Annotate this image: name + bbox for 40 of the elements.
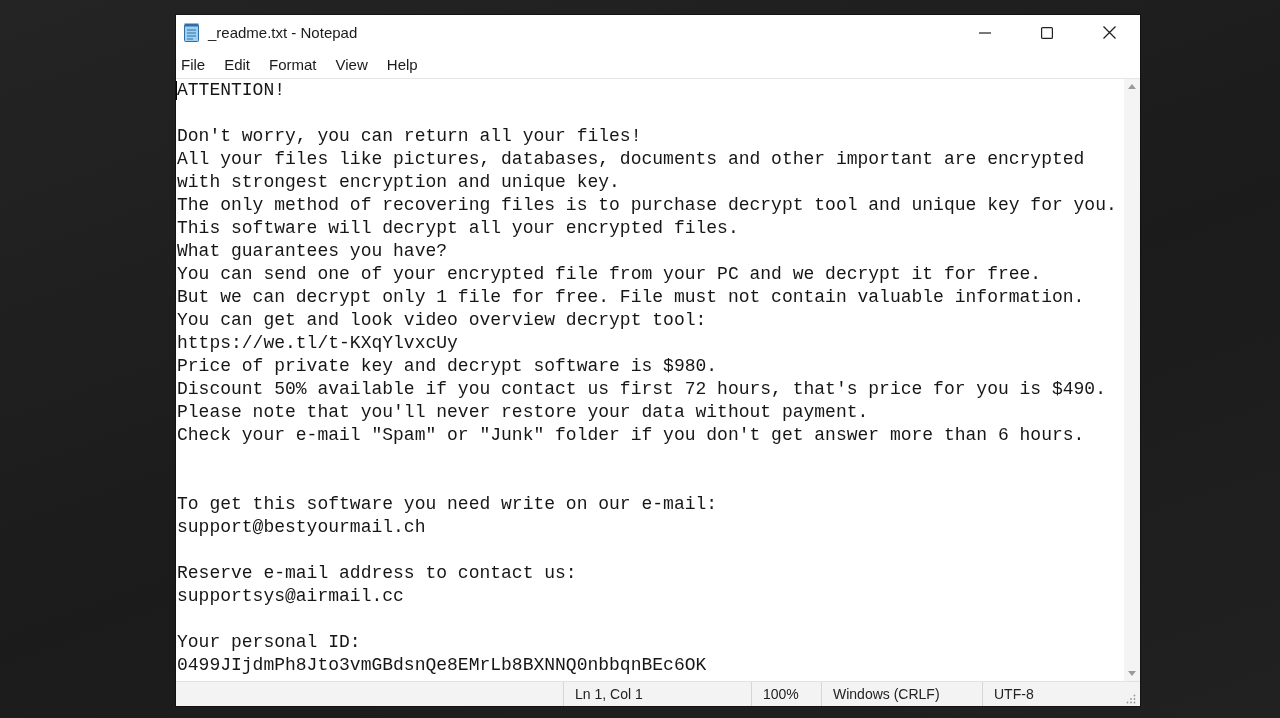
resize-grip-icon[interactable] [1126,694,1136,704]
down-arrow-icon[interactable] [1128,671,1136,676]
text-line: But we can decrypt only 1 file for free. File must not contain valuable information. [177,286,1085,309]
text-line: What guarantees you have? [177,240,448,263]
text-cursor [176,81,177,100]
menu-item[interactable]: Help [381,53,427,75]
text-line: support@bestyourmail.ch [177,516,426,539]
maximize-icon [1041,26,1053,39]
text-line: Your personal ID: [177,631,361,654]
menu-item[interactable]: Edit [219,53,260,75]
text-line: Price of private key and decrypt software is $980. [177,355,718,378]
text-line: https://we.tl/t-KXqYlvxcUy [177,332,458,355]
menu-item[interactable]: File [176,53,215,75]
window-title: _readme.txt - Notepad [208,24,358,41]
text-line: To get this software you need write on our e-mail: [177,493,718,516]
encoding: UTF-8 [994,686,1034,702]
text-line: The only method of recovering files is to purchase decrypt tool and unique key for you. [177,194,1117,217]
text-line: All your files like pictures, databases, documents and other important are encrypted [177,148,1085,171]
text-line: You can get and look video overview decrypt tool: [177,309,707,332]
line-ending: Windows (CRLF) [833,686,940,702]
text-line: Check your e-mail "Spam" or "Junk" folder if you don't get answer more than 6 hours. [177,424,1085,447]
notepad-icon [184,23,199,42]
menu-item[interactable]: Format [264,53,326,75]
minimize-icon [979,31,991,34]
text-line: This software will decrypt all your encrypted files. [177,217,739,240]
zoom-level: 100% [763,686,799,702]
up-arrow-icon[interactable] [1128,84,1136,89]
text-line: supportsys@airmail.cc [177,585,404,608]
text-line: Reserve e-mail address to contact us: [177,562,577,585]
menu-item[interactable]: View [330,53,377,75]
text-line: with strongest encryption and unique key. [177,171,620,194]
text-line: ATTENTION! [177,79,286,102]
text-line: You can send one of your encrypted file from your PC and we decrypt it for free. [177,263,1042,286]
vertical-scrollbar[interactable] [1124,79,1140,681]
text-line: Don't worry, you can return all your files! [177,125,642,148]
text-line: Please note that you'll never restore your data without payment. [177,401,869,424]
cursor-position: Ln 1, Col 1 [575,686,643,702]
text-line: 0499JIjdmPh8Jto3vmGBdsnQe8EMrLb8BXNNQ0nbbqnBEc6OK [177,654,707,677]
close-icon [1102,26,1116,39]
text-line: Discount 50% available if you contact us first 72 hours, that's price for you is $490. [177,378,1106,401]
